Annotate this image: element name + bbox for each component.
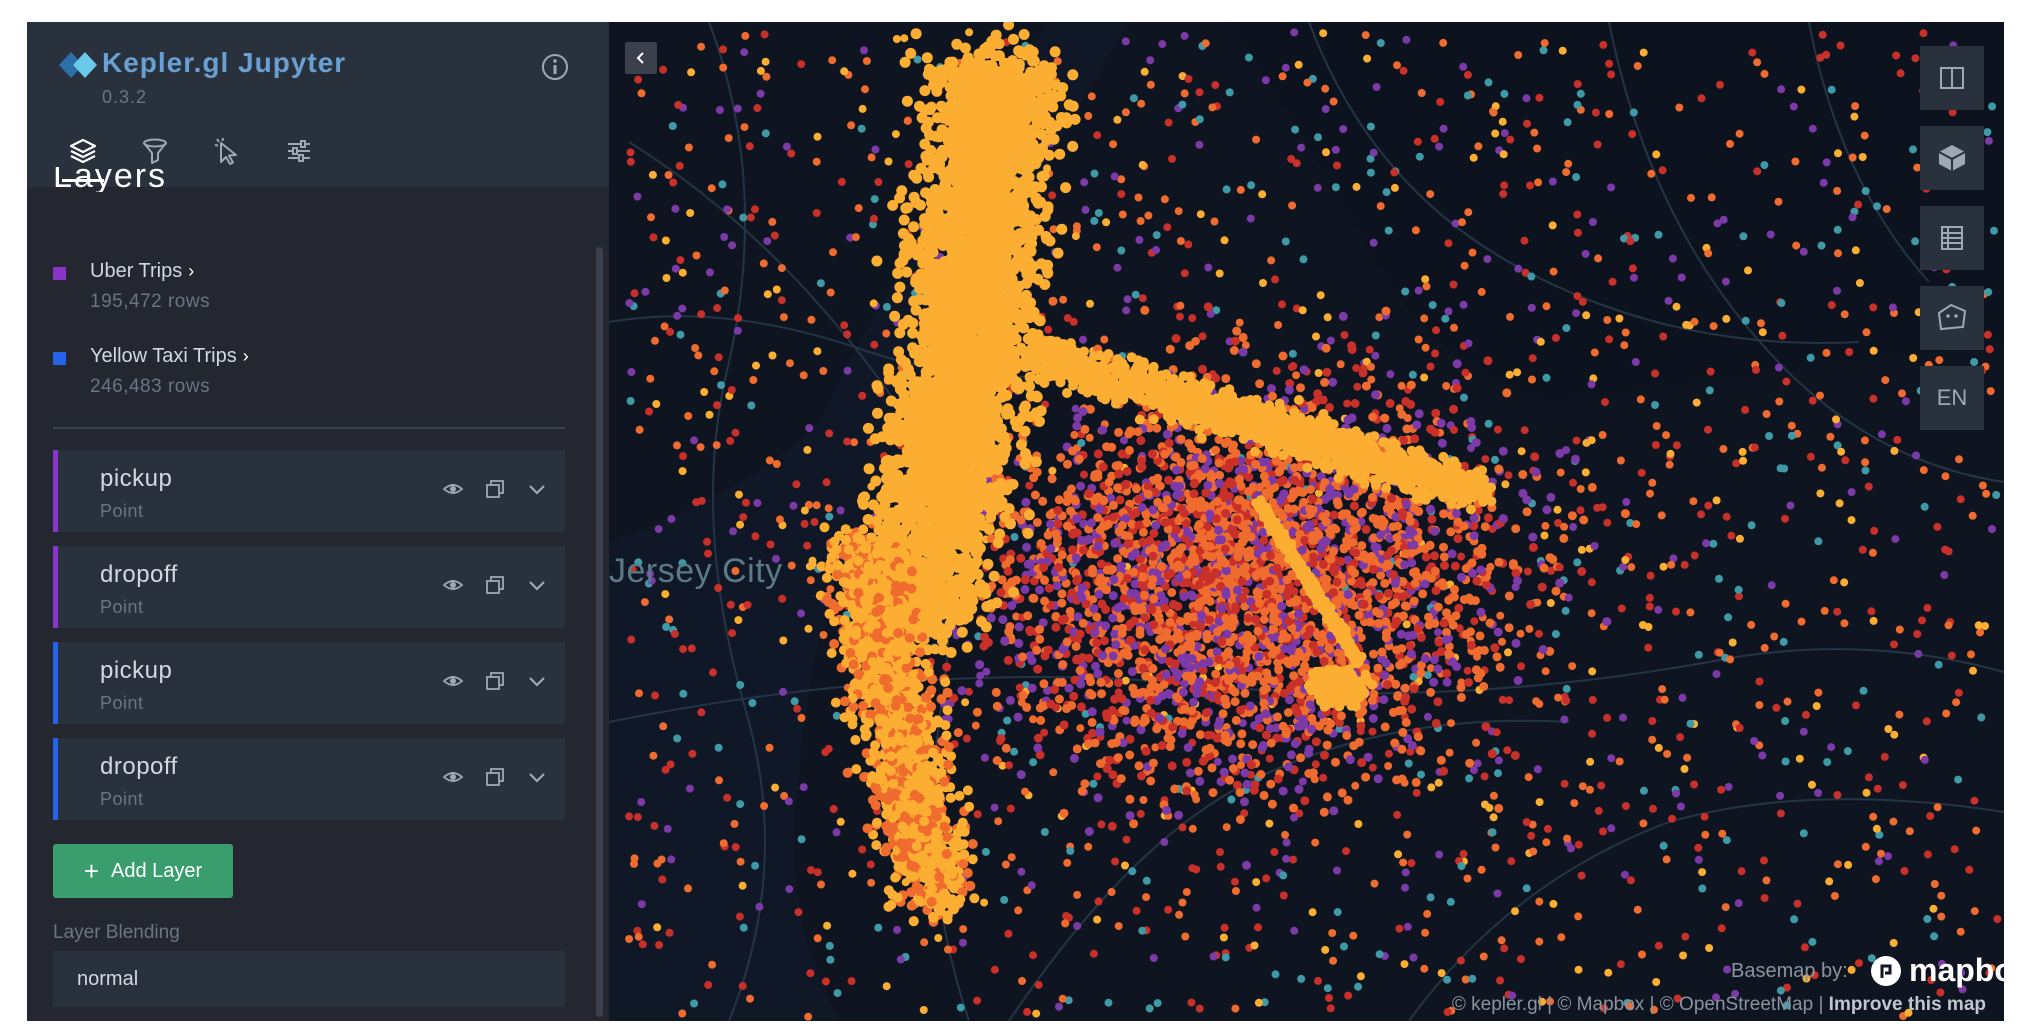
chevron-down-icon[interactable] xyxy=(525,669,549,693)
3d-view-button[interactable] xyxy=(1920,126,1984,190)
layer-color-bar xyxy=(53,450,58,532)
dataset-name-link[interactable]: Yellow Taxi Trips › xyxy=(90,345,249,368)
duplicate-icon[interactable] xyxy=(483,477,507,501)
filter-icon xyxy=(143,138,167,164)
dataset-row-count: 246,483 rows xyxy=(90,376,211,397)
mapbox-logo[interactable]: mapbox xyxy=(1869,952,2004,989)
layer-type: Point xyxy=(100,597,144,617)
app-version: 0.3.2 xyxy=(102,87,148,107)
mapbox-mark-icon xyxy=(1871,955,1901,986)
cursor-icon xyxy=(214,137,237,165)
collapse-panel-button[interactable] xyxy=(625,42,657,74)
city-label: Jersey City xyxy=(609,552,783,590)
data-table-button[interactable] xyxy=(1920,206,1984,270)
dataset-color-swatch xyxy=(53,352,66,365)
layer-type: Point xyxy=(100,789,144,809)
chevron-down-icon[interactable] xyxy=(525,573,549,597)
side-panel: Kepler.gl Jupyter 0.3.2 Layers Uber Trip… xyxy=(27,22,609,1021)
layers-icon xyxy=(69,138,97,164)
layer-color-bar xyxy=(53,642,58,724)
info-icon[interactable] xyxy=(540,52,570,82)
tab-filters[interactable] xyxy=(134,130,176,172)
layer-color-bar xyxy=(53,546,58,628)
improve-this-map-link[interactable]: Improve this map xyxy=(1829,994,1986,1015)
layer-panel[interactable]: dropoff Point xyxy=(53,738,565,820)
basemap-by-label: Basemap by: xyxy=(1731,960,1848,982)
chevron-right-icon: › xyxy=(242,346,249,366)
chevron-right-icon: › xyxy=(188,261,195,281)
side-panel-scrollbar[interactable] xyxy=(596,247,603,1017)
locale-button[interactable]: EN xyxy=(1920,366,1984,430)
dataset-item: Yellow Taxi Trips › 246,483 rows xyxy=(53,332,573,417)
attribution-text: © kepler.gl | © Mapbox | © OpenStreetMap… xyxy=(1451,994,1829,1015)
layer-list: pickup Point dropoff Point pickup Point … xyxy=(53,450,565,834)
eye-icon[interactable] xyxy=(441,573,465,597)
layer-panel[interactable]: dropoff Point xyxy=(53,546,565,628)
plus-icon: + xyxy=(83,856,99,886)
layer-blending-value: normal xyxy=(77,967,139,990)
side-panel-header: Kepler.gl Jupyter 0.3.2 xyxy=(27,22,609,187)
layer-type: Point xyxy=(100,501,144,521)
dataset-name: Yellow Taxi Trips xyxy=(90,345,237,367)
chevron-down-icon[interactable] xyxy=(525,765,549,789)
eye-icon[interactable] xyxy=(441,669,465,693)
layer-actions xyxy=(441,765,549,789)
add-layer-button[interactable]: + Add Layer xyxy=(53,844,233,898)
divider xyxy=(53,427,565,429)
layer-type: Point xyxy=(100,693,144,713)
kepler-logo-icon xyxy=(59,52,97,78)
duplicate-icon[interactable] xyxy=(483,765,507,789)
3d-view-icon xyxy=(1938,145,1966,171)
layers-heading: Layers xyxy=(53,167,168,192)
map-attribution: © kepler.gl | © Mapbox | © OpenStreetMap… xyxy=(1452,994,1986,1016)
layer-color-bar xyxy=(53,738,58,820)
duplicate-icon[interactable] xyxy=(483,669,507,693)
duplicate-icon[interactable] xyxy=(483,573,507,597)
layer-name[interactable]: pickup xyxy=(100,465,172,493)
dataset-row-count: 195,472 rows xyxy=(90,291,211,312)
dataset-name-link[interactable]: Uber Trips › xyxy=(90,260,194,283)
chevron-left-icon xyxy=(636,52,644,64)
layer-blending-select[interactable]: normal xyxy=(53,951,565,1007)
dataset-list: Uber Trips › 195,472 rows Yellow Taxi Tri… xyxy=(53,247,573,417)
map-view[interactable]: Jersey City EN Basemap by: mapbox xyxy=(609,22,2004,1021)
map-controls: EN xyxy=(1920,46,1984,430)
dataset-name: Uber Trips xyxy=(90,260,183,282)
layer-name[interactable]: pickup xyxy=(100,657,172,685)
layer-actions xyxy=(441,573,549,597)
layer-actions xyxy=(441,477,549,501)
split-map-button[interactable] xyxy=(1920,46,1984,110)
settings-sliders-icon xyxy=(288,140,310,162)
layer-panel[interactable]: pickup Point xyxy=(53,642,565,724)
tab-interactions[interactable] xyxy=(206,130,248,172)
dataset-color-swatch xyxy=(53,267,66,280)
layer-name[interactable]: dropoff xyxy=(100,753,178,781)
tab-layers[interactable] xyxy=(62,130,104,182)
layer-panel[interactable]: pickup Point xyxy=(53,450,565,532)
split-map-icon xyxy=(1940,67,1964,89)
tab-map-style[interactable] xyxy=(278,130,320,172)
point-layers xyxy=(625,22,2002,1021)
add-layer-label: Add Layer xyxy=(111,859,203,882)
eye-icon[interactable] xyxy=(441,765,465,789)
draw-polygon-button[interactable] xyxy=(1920,286,1984,350)
eye-icon[interactable] xyxy=(441,477,465,501)
dataset-item: Uber Trips › 195,472 rows xyxy=(53,247,573,332)
mapbox-wordmark: mapbox xyxy=(1909,952,2004,988)
locale-label: EN xyxy=(1936,385,1968,410)
layer-actions xyxy=(441,669,549,693)
chevron-down-icon[interactable] xyxy=(525,477,549,501)
app-title: Kepler.gl Jupyter xyxy=(102,47,347,78)
draw-polygon-icon xyxy=(1937,303,1967,331)
layer-name[interactable]: dropoff xyxy=(100,561,178,589)
kepler-app: Kepler.gl Jupyter 0.3.2 Layers Uber Trip… xyxy=(27,22,2004,1021)
data-table-icon xyxy=(1941,226,1963,250)
layer-blending-label: Layer Blending xyxy=(53,922,180,943)
